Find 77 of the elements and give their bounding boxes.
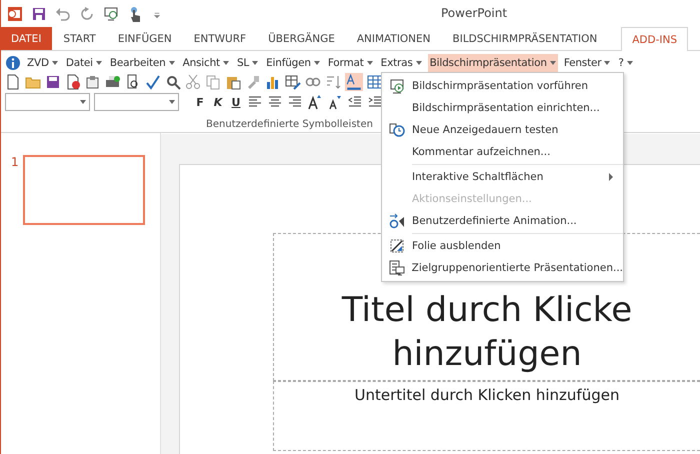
menu-item[interactable]: Bildschirmpräsentation xyxy=(428,54,558,72)
caret-icon xyxy=(222,60,229,64)
menu-item[interactable]: Zielgruppenorientierte Präsentationen... xyxy=(382,257,623,279)
menu-item[interactable]: Neue Anzeigedauern testen xyxy=(382,119,623,141)
menu-item[interactable]: SL xyxy=(234,54,260,72)
caret-icon xyxy=(80,100,86,104)
table-edit-icon[interactable] xyxy=(285,74,301,90)
menu-item[interactable]: Bildschirmpräsentation einrichten... xyxy=(382,97,623,119)
animation-icon xyxy=(389,213,405,229)
caret-icon xyxy=(96,60,102,64)
format-button[interactable]: F xyxy=(193,96,207,108)
ribbon-tab[interactable]: ÜBERGÄNGE xyxy=(257,27,346,50)
caret-icon xyxy=(168,60,175,64)
menu-item[interactable]: Fenster xyxy=(562,54,612,72)
menu-item[interactable]: Extras xyxy=(378,54,424,72)
slide-subtitle: Untertitel durch Klicken hinzufügen xyxy=(354,386,620,406)
slide-thumbnail[interactable] xyxy=(22,155,145,225)
clipboard-icon[interactable] xyxy=(85,74,101,90)
ribbon-tab[interactable]: ENTWURF xyxy=(182,27,258,50)
info-icon[interactable] xyxy=(5,54,21,70)
menu-item[interactable]: Ansicht xyxy=(180,54,231,72)
spellcheck-icon[interactable] xyxy=(145,74,161,90)
menu-item[interactable]: Datei xyxy=(64,54,104,72)
presentation-screen-icon xyxy=(389,78,405,94)
caret-icon xyxy=(169,100,175,104)
menu-item[interactable]: Format xyxy=(326,54,375,72)
save-icon[interactable] xyxy=(45,74,61,90)
ribbon-tab[interactable]: EINFÜGEN xyxy=(106,27,183,50)
caret-icon xyxy=(550,60,556,64)
caret-icon xyxy=(416,60,422,64)
caret-icon xyxy=(252,60,258,64)
undo-icon[interactable] xyxy=(55,6,71,22)
file-tab[interactable]: DATEI xyxy=(1,27,52,50)
powerpoint-logo-icon[interactable] xyxy=(7,6,23,22)
menu-item[interactable]: Kommentar aufzeichnen... xyxy=(382,141,623,163)
menu-item[interactable]: ? xyxy=(616,54,635,72)
menu-item[interactable]: ZVD xyxy=(25,54,60,72)
slide-title: hinzufügen xyxy=(392,333,582,376)
shrink-font-icon[interactable] xyxy=(327,94,343,110)
ribbon-tab[interactable]: BILDSCHIRMPRÄSENTATION xyxy=(442,27,608,50)
menu-item[interactable]: Interaktive Schaltflächen xyxy=(382,166,623,188)
stopwatch-icon xyxy=(389,122,405,138)
save-icon[interactable] xyxy=(31,6,47,22)
menu-item[interactable]: Benutzerdefinierte Animation... xyxy=(382,210,623,232)
font-color-icon[interactable] xyxy=(345,72,363,90)
grow-font-icon[interactable] xyxy=(307,94,323,110)
menu-item[interactable]: Bildschirmpräsentation vorführen xyxy=(382,75,623,97)
hide-slide-icon xyxy=(389,238,405,254)
presentation-screen-icon[interactable] xyxy=(103,6,119,22)
font-name-field[interactable] xyxy=(5,93,90,111)
ribbon-tab[interactable]: ADD-INS xyxy=(621,27,688,51)
slide-title: Titel durch Klicke xyxy=(342,289,632,332)
caret-icon xyxy=(366,60,373,64)
sort-icon[interactable] xyxy=(325,74,341,90)
caret-icon xyxy=(52,60,58,64)
format-button[interactable]: U xyxy=(229,96,243,108)
ribbon-tab[interactable]: ANIMATIONEN xyxy=(346,27,442,50)
window-title: PowerPoint xyxy=(441,6,508,20)
slide-number: 1 xyxy=(11,155,19,171)
ribbon-tab[interactable]: START xyxy=(52,27,107,50)
menu-item[interactable]: Folie ausblenden xyxy=(382,235,623,257)
format-button[interactable]: K xyxy=(211,96,225,108)
font-size-field[interactable] xyxy=(94,93,179,111)
table-icon[interactable] xyxy=(367,74,383,90)
group-label: Benutzerdefinierte Symbolleisten xyxy=(206,119,373,130)
new-document-icon[interactable] xyxy=(5,74,21,90)
redo-icon[interactable] xyxy=(79,6,95,22)
menu-item[interactable]: Bearbeiten xyxy=(108,54,177,72)
printer-icon[interactable] xyxy=(105,74,121,90)
caret-icon xyxy=(626,60,633,64)
research-icon[interactable] xyxy=(165,74,181,90)
close-document-icon[interactable] xyxy=(65,74,81,90)
caret-icon xyxy=(314,60,320,64)
caret-icon xyxy=(604,60,610,64)
menu-item[interactable]: Einfügen xyxy=(264,54,322,72)
custom-show-icon xyxy=(388,260,405,276)
subtitle-placeholder[interactable]: Untertitel durch Klicken hinzufügen xyxy=(273,381,700,451)
